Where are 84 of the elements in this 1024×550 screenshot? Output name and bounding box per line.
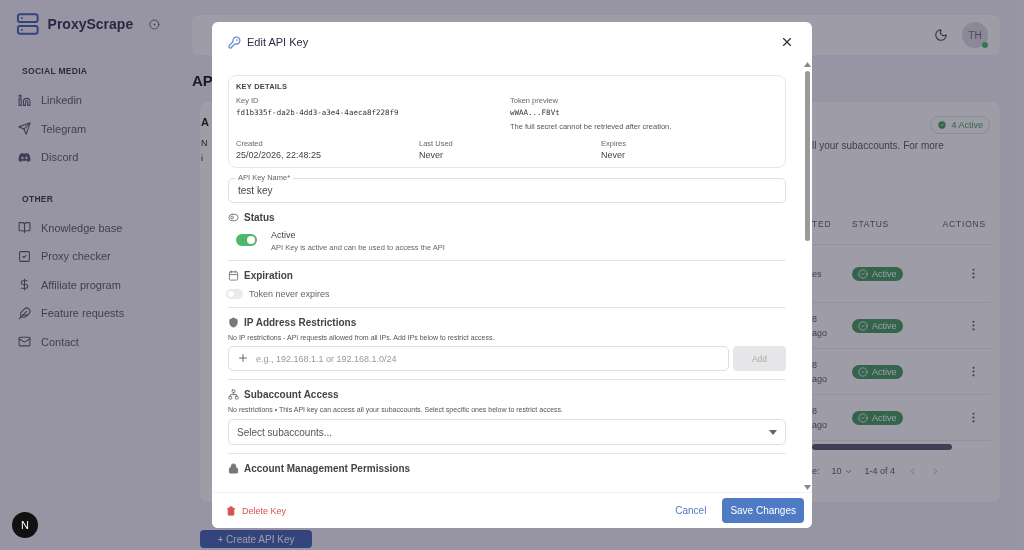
sidebar-item[interactable]: Discord [16,143,160,172]
card-title: A [201,116,210,128]
send-icon [18,122,31,136]
sidebar-item[interactable]: Linkedin [16,86,160,115]
column-header: STATUS [852,218,891,229]
mail-icon [18,335,31,349]
toggle-icon [228,212,239,223]
status-badge: Active [852,318,903,333]
rows-per-page-label: e: [812,465,820,478]
ip-input-field[interactable]: e.g., 192.168.1.1 or 192.168.1.0/24 [228,346,729,371]
save-button[interactable]: Save Changes [722,498,804,523]
sidebar-item[interactable]: Affiliate program [16,270,160,299]
table-cell-text: ago [812,372,829,386]
delete-button[interactable]: Delete Key [226,505,287,516]
toggle-switch[interactable] [236,234,257,246]
checkbox-icon [18,249,31,263]
sidebar-item[interactable]: Contact [16,327,160,356]
close-button[interactable] [780,35,794,49]
description-text: N [201,137,209,150]
brand-name: ProxyScrape [47,16,134,32]
feather-icon [18,306,31,320]
description-text: ll your subaccounts. For more [812,140,945,151]
section-title: IP Address Restrictions [244,317,357,328]
check-icon [937,120,948,130]
sidebar-item[interactable]: Telegram [16,114,160,143]
check-icon [858,412,868,423]
status-badge: Active [852,364,903,379]
status-badge: Active [852,410,903,425]
check-icon [858,268,868,279]
avatar[interactable]: TH [962,22,988,48]
page-title: AP [192,72,213,91]
field-value: Never [419,149,444,162]
section-title: Subaccount Access [244,389,339,400]
dev-badge[interactable]: N [12,512,38,538]
field-value: 25/02/2026, 22:48:25 [236,149,323,162]
column-header: ACTIONS [941,218,987,229]
caret-icon [769,429,777,435]
scrollbar[interactable] [812,444,952,450]
table-cell-text: es [812,267,823,281]
toggle-label: Token never expires [249,289,330,299]
toggle-label: Active [271,230,297,240]
scroll-down-icon[interactable] [803,485,811,490]
check-icon [858,366,868,377]
collapse-icon[interactable] [149,18,160,30]
trash-icon [226,505,236,516]
subaccount-select[interactable]: Select subaccounts... [228,419,786,445]
scroll-up-icon[interactable] [803,62,811,67]
moon-icon[interactable] [934,28,948,42]
section-title: Account Management Permissions [244,463,411,474]
sidebar-section-title: SOCIAL MEDIA [22,66,89,76]
table-cell-text: ago [812,418,829,432]
create-api-key-button[interactable]: + Create API Key [200,530,312,548]
dialog-title: Edit API Key [247,36,309,48]
section-title: Status [244,212,275,223]
lock-icon [228,463,239,474]
book-icon [18,221,31,235]
rows-per-page-select[interactable]: 10 [831,466,853,476]
scrollbar-thumb[interactable] [804,71,810,241]
sidebar-item[interactable]: Feature requests [16,299,160,328]
page-range: 1-4 of 4 [864,465,896,478]
section-title: Expiration [244,270,293,281]
sidebar-item[interactable]: Knowledge base [16,213,160,242]
plus-icon [237,352,249,364]
key-icon [228,35,241,49]
select-placeholder: Select subaccounts... [237,426,333,438]
table-cell-text: ago [812,326,829,340]
dollar-icon [18,278,31,292]
field-value: test key [238,185,273,196]
network-icon [228,389,239,400]
column-header: TED [812,218,833,229]
cancel-button[interactable]: Cancel [669,501,713,520]
field-value: Never [601,149,626,162]
shield-icon [228,317,239,328]
logo-icon [16,12,40,36]
sidebar-item[interactable]: Proxy checker [16,242,160,271]
check-icon [858,320,868,331]
discord-icon [18,150,31,164]
calendar-icon [228,270,239,281]
table-cell-text: 8 [812,404,818,418]
table-cell-text: 8 [812,312,818,326]
linkedin-icon [18,93,31,107]
table-cell-text: 8 [812,358,818,372]
status-badge: Active [852,266,903,281]
sidebar-section-title: OTHER [22,193,55,204]
